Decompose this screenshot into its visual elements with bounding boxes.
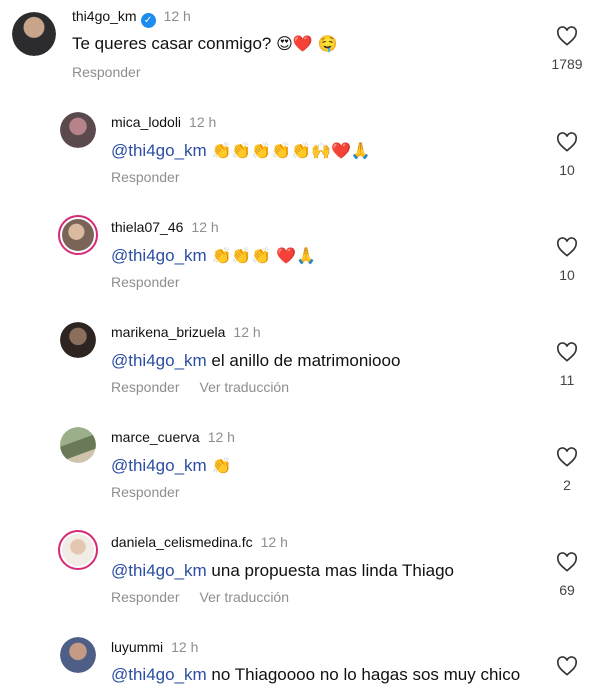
heart-outline-icon[interactable] — [556, 552, 578, 572]
comment-text: el anillo de matrimoniooo — [206, 351, 401, 370]
heart-outline-icon[interactable] — [556, 342, 578, 362]
heart-outline-icon[interactable] — [556, 132, 578, 152]
mention-link[interactable]: @thi4go_km — [111, 246, 207, 265]
mention-link[interactable]: @thi4go_km — [111, 561, 207, 580]
like-count: 11 — [559, 372, 575, 388]
comment-time: 12 h — [260, 534, 288, 550]
avatar[interactable] — [58, 530, 98, 570]
mention-link[interactable]: @thi4go_km — [111, 665, 207, 684]
comment-username[interactable]: marikena_brizuela — [111, 324, 225, 340]
mention-link[interactable]: @thi4go_km — [111, 141, 207, 160]
comment-username[interactable]: thiela07_46 — [111, 219, 183, 235]
comment-emoji: 👏 — [211, 456, 232, 475]
like-count: 2 — [563, 477, 571, 493]
comment-text: una propuesta mas linda Thiago — [206, 561, 454, 580]
comment-emoji: 👏👏👏👏👏🙌❤️🙏 — [211, 141, 371, 160]
comment-emoji: 👏👏👏 ❤️🙏 — [211, 246, 317, 265]
comment-username[interactable]: mica_lodoli — [111, 114, 181, 130]
comment-time: 12 h — [171, 639, 199, 655]
reply-button[interactable]: Responder — [111, 484, 180, 500]
reply-item: marikena_brizuela 12 h @thi4go_km el anil… — [0, 315, 600, 420]
comment-username[interactable]: thi4go_km — [72, 8, 137, 24]
reply-button[interactable]: Responder — [111, 589, 180, 605]
avatar[interactable] — [58, 215, 98, 255]
comment-username[interactable]: daniela_celismedina.fc — [111, 534, 253, 550]
see-translation-button[interactable]: Ver traducción — [200, 589, 290, 605]
like-count: 69 — [559, 582, 575, 598]
comment-time: 12 h — [189, 114, 217, 130]
reply-button[interactable]: Responder — [111, 274, 180, 290]
heart-outline-icon[interactable] — [556, 237, 578, 257]
avatar[interactable] — [60, 637, 96, 673]
like-count: 1789 — [551, 56, 583, 72]
comment-username[interactable]: luyummi — [111, 639, 163, 655]
heart-outline-icon[interactable] — [556, 447, 578, 467]
avatar[interactable] — [60, 112, 96, 148]
avatar[interactable] — [12, 12, 56, 56]
reply-button[interactable]: Responder — [72, 64, 141, 80]
avatar[interactable] — [60, 322, 96, 358]
comment-text: Te queres casar conmigo? — [72, 34, 277, 53]
reply-button[interactable]: Responder — [111, 379, 180, 395]
reply-item: luyummi 12 h @thi4go_km no Thiagoooo no l… — [0, 630, 600, 685]
reply-item: daniela_celismedina.fc 12 h @thi4go_km un… — [0, 525, 600, 630]
comment-time: 12 h — [207, 429, 235, 445]
like-count: 10 — [559, 267, 575, 283]
comment-text: no Thiagoooo no lo hagas sos muy chico — [206, 665, 521, 684]
verified-badge-icon: ✓ — [140, 13, 156, 28]
reply-item: thiela07_46 12 h @thi4go_km 👏👏👏 ❤️🙏 Respo… — [0, 210, 600, 315]
reply-button[interactable]: Responder — [111, 169, 180, 185]
comment-emoji: 😍❤️ 🤤 — [276, 34, 338, 53]
reply-item: marce_cuerva 12 h @thi4go_km 👏 Responder … — [0, 420, 600, 525]
comment-username[interactable]: marce_cuerva — [111, 429, 200, 445]
avatar[interactable] — [60, 427, 96, 463]
see-translation-button[interactable]: Ver traducción — [200, 379, 290, 395]
reply-item: mica_lodoli 12 h @thi4go_km 👏👏👏👏👏🙌❤️🙏 Res… — [0, 105, 600, 210]
like-count: 10 — [559, 162, 575, 178]
comment-item: thi4go_km ✓ 12 h Te queres casar conmigo? … — [0, 0, 600, 95]
comment-time: 12 h — [163, 8, 191, 24]
mention-link[interactable]: @thi4go_km — [111, 456, 207, 475]
mention-link[interactable]: @thi4go_km — [111, 351, 207, 370]
comment-time: 12 h — [233, 324, 261, 340]
heart-outline-icon[interactable] — [556, 656, 578, 676]
heart-outline-icon[interactable] — [556, 26, 578, 46]
comment-time: 12 h — [191, 219, 219, 235]
